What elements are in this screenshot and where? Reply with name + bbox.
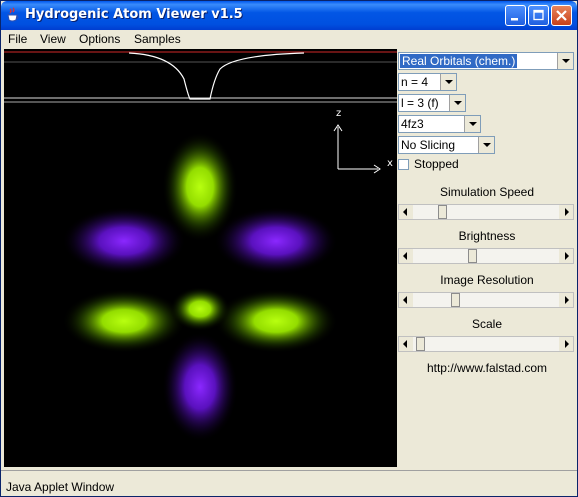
menu-samples[interactable]: Samples xyxy=(134,32,181,46)
maximize-button[interactable] xyxy=(528,5,549,26)
lobe-lower-right-positive xyxy=(214,289,338,353)
brightness-label: Brightness xyxy=(458,229,516,243)
slicing-value: No Slicing xyxy=(401,138,456,152)
lobe-bottom-negative xyxy=(162,332,238,442)
lobe-lower-left-positive xyxy=(62,289,186,353)
chevron-down-icon[interactable] xyxy=(464,116,480,132)
orbital-view-canvas[interactable]: z x xyxy=(4,49,397,467)
menu-bar: File View Options Samples xyxy=(1,30,577,49)
stopped-label: Stopped xyxy=(414,157,459,171)
orbital-render: z x xyxy=(4,49,397,442)
window-title: Hydrogenic Atom Viewer v1.5 xyxy=(25,7,243,22)
l-value: l = 3 (f) xyxy=(401,96,439,110)
applet-window: Hydrogenic Atom Viewer v1.5 File View Op… xyxy=(0,0,578,497)
stopped-checkbox[interactable] xyxy=(398,159,409,170)
lobe-upper-left-negative xyxy=(62,207,186,275)
slider-thumb[interactable] xyxy=(468,249,477,263)
slider-thumb[interactable] xyxy=(451,293,460,307)
scroll-right-arrow-icon[interactable] xyxy=(559,337,573,351)
view-mode-select[interactable]: Real Orbitals (chem.) xyxy=(398,52,574,70)
scroll-left-arrow-icon[interactable] xyxy=(399,337,413,351)
close-button[interactable] xyxy=(551,5,572,26)
menu-options[interactable]: Options xyxy=(79,32,120,46)
java-coffee-icon xyxy=(7,7,19,22)
brightness-slider[interactable] xyxy=(398,248,574,264)
maximize-icon xyxy=(533,9,544,21)
chevron-down-icon[interactable] xyxy=(478,137,494,153)
menu-view[interactable]: View xyxy=(40,32,66,46)
scroll-left-arrow-icon[interactable] xyxy=(399,293,413,307)
view-mode-value: Real Orbitals (chem.) xyxy=(400,54,518,68)
x-axis-label: x xyxy=(387,158,393,169)
chevron-down-icon[interactable] xyxy=(440,74,456,90)
scale-slider[interactable] xyxy=(398,336,574,352)
scroll-right-arrow-icon[interactable] xyxy=(559,293,573,307)
orbital-value: 4fz3 xyxy=(401,117,424,131)
slider-thumb[interactable] xyxy=(416,337,425,351)
chevron-down-icon[interactable] xyxy=(557,53,573,69)
chevron-down-icon[interactable] xyxy=(449,95,465,111)
z-axis-label: z xyxy=(336,108,341,119)
scale-label: Scale xyxy=(471,317,503,331)
close-icon xyxy=(556,10,567,21)
control-panel: Real Orbitals (chem.) n = 4 l = 3 (f) 4f… xyxy=(398,49,576,467)
menu-file[interactable]: File xyxy=(8,32,27,46)
simulation-speed-slider[interactable] xyxy=(398,204,574,220)
slicing-select[interactable]: No Slicing xyxy=(398,136,495,154)
website-link[interactable]: http://www.falstad.com xyxy=(398,361,576,375)
lobe-upper-right-negative xyxy=(214,207,338,275)
scroll-right-arrow-icon[interactable] xyxy=(559,205,573,219)
minimize-icon xyxy=(511,18,518,21)
slider-thumb[interactable] xyxy=(438,205,447,219)
l-quantum-select[interactable]: l = 3 (f) xyxy=(398,94,466,112)
n-quantum-select[interactable]: n = 4 xyxy=(398,73,457,91)
scroll-right-arrow-icon[interactable] xyxy=(559,249,573,263)
status-text: Java Applet Window xyxy=(6,480,115,494)
orbital-select[interactable]: 4fz3 xyxy=(398,115,481,133)
n-value: n = 4 xyxy=(401,75,429,89)
simulation-speed-label: Simulation Speed xyxy=(439,185,535,199)
image-resolution-slider[interactable] xyxy=(398,292,574,308)
radial-plot-strip xyxy=(4,49,397,105)
scroll-left-arrow-icon[interactable] xyxy=(399,205,413,219)
axes-indicator: z x xyxy=(333,108,393,174)
lobe-lower-center-positive xyxy=(170,287,230,331)
scroll-left-arrow-icon[interactable] xyxy=(399,249,413,263)
status-bar: Java Applet Window xyxy=(1,470,577,496)
image-resolution-label: Image Resolution xyxy=(440,273,534,287)
title-bar[interactable]: Hydrogenic Atom Viewer v1.5 xyxy=(1,1,577,30)
minimize-button[interactable] xyxy=(505,5,526,26)
